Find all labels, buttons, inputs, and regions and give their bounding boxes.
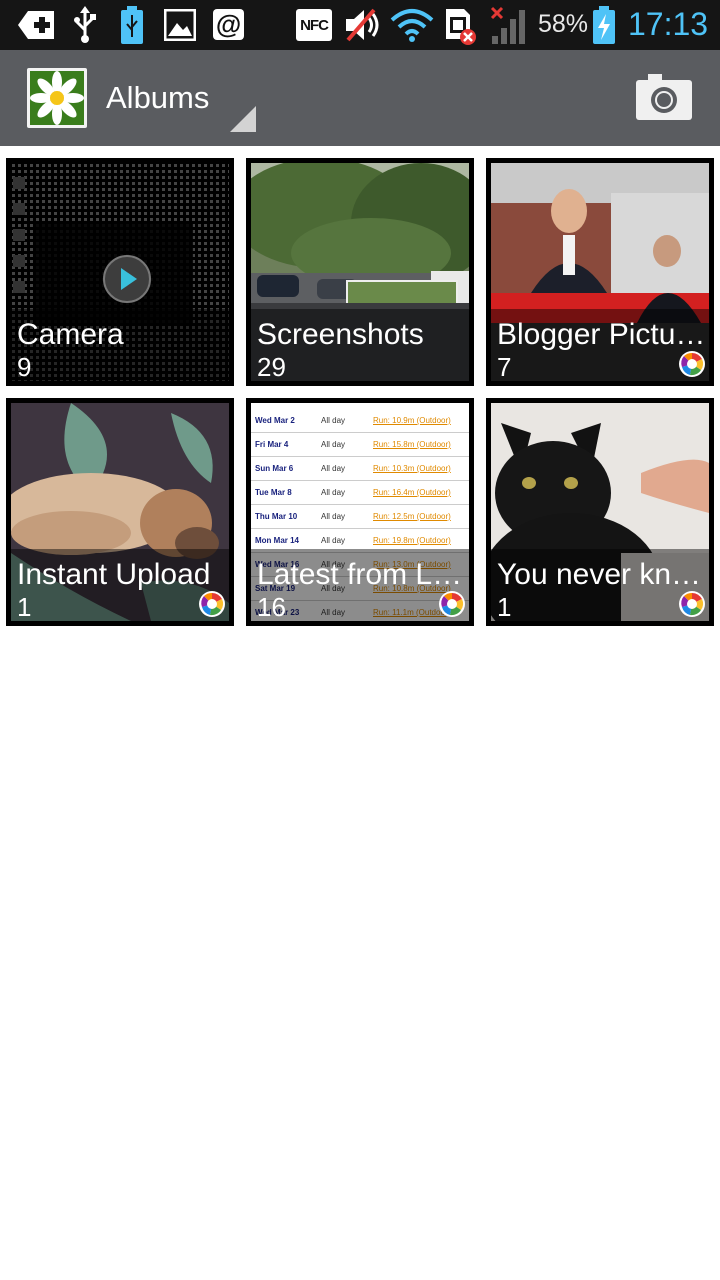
calendar-row: Fri Mar 4 All day Run: 15.8m (Outdoor) [251,433,469,457]
gallery-app-icon[interactable] [27,68,87,128]
album-count: 29 [257,352,286,382]
calendar-date: Wed Mar 2 [255,416,295,425]
usb-debugging-icon [121,6,143,44]
calendar-all: All day [321,488,346,497]
plus-notification-icon [18,11,54,39]
play-icon [103,255,151,303]
calendar-run: Run: 16.4m (Outdoor) [373,488,451,497]
calendar-run: Run: 10.9m (Outdoor) [373,416,451,425]
battery-charging-icon [593,6,615,44]
album-tile-you-never-know[interactable]: You never kn… 1 [486,398,714,626]
album-name: Screenshots [257,318,424,351]
wifi-icon [390,9,434,42]
album-name: Latest from L… [257,558,463,591]
calendar-date: Fri Mar 4 [255,440,289,449]
calendar-run: Run: 15.8m (Outdoor) [373,440,451,449]
usb-icon [74,6,96,43]
album-tile-camera[interactable]: Camera 9 [6,158,234,386]
calendar-date: Tue Mar 8 [255,488,292,497]
calendar-all: All day [321,464,346,473]
battery-percentage: 58% [538,10,589,38]
picasa-icon [679,351,705,377]
page-title: Albums [106,80,210,115]
album-tile-blogger-pictures[interactable]: Blogger Pictu… 7 [486,158,714,386]
daisy-icon [30,71,84,125]
album-name: Camera [17,318,124,351]
calendar-all: All day [321,536,346,545]
album-count: 7 [497,352,512,382]
nfc-icon: NFC [296,9,332,41]
muted-speaker-icon [346,8,379,42]
calendar-all: All day [321,440,346,449]
picasa-icon [679,591,705,617]
calendar-date: Sun Mar 6 [255,464,294,473]
status-bar: @ NFC 58% 17:13 [0,0,720,50]
calendar-date: Mon Mar 14 [255,536,300,545]
image-notification-icon [164,9,196,41]
album-name: You never kn… [497,558,702,591]
picasa-icon [439,591,465,617]
clock: 17:13 [628,6,709,42]
calendar-all: All day [321,416,346,425]
album-tile-screenshots[interactable]: Screenshots 29 [246,158,474,386]
calendar-run: Run: 19.8m (Outdoor) [373,536,451,545]
calendar-row: Wed Mar 2 All day Run: 10.9m (Outdoor) [251,409,469,433]
picasa-icon [199,591,225,617]
calendar-date: Thu Mar 10 [255,512,298,521]
signal-strength-icon [490,6,525,44]
albums-dropdown[interactable]: Albums [100,50,260,146]
album-count: 1 [497,592,512,622]
calendar-all: All day [321,512,346,521]
calendar-run: Run: 10.3m (Outdoor) [373,464,451,473]
email-notification-icon: @ [213,9,244,40]
dropdown-indicator-icon [230,106,256,132]
album-name: Blogger Pictu… [497,318,706,351]
calendar-row: Tue Mar 8 All day Run: 16.4m (Outdoor) [251,481,469,505]
album-count: 16 [257,592,286,622]
camera-button[interactable] [634,72,694,124]
album-name: Instant Upload [17,558,211,591]
calendar-run: Run: 12.5m (Outdoor) [373,512,451,521]
camera-icon [636,74,692,120]
album-tile-latest[interactable]: Wed Mar 2 All day Run: 10.9m (Outdoor) Fri … [246,398,474,626]
sim-error-icon [446,9,476,45]
album-count: 1 [17,592,32,622]
calendar-row: Thu Mar 10 All day Run: 12.5m (Outdoor) [251,505,469,529]
album-tile-instant-upload[interactable]: Instant Upload 1 [6,398,234,626]
action-bar: Albums [0,50,720,146]
album-count: 9 [17,352,32,382]
calendar-row: Sun Mar 6 All day Run: 10.3m (Outdoor) [251,457,469,481]
